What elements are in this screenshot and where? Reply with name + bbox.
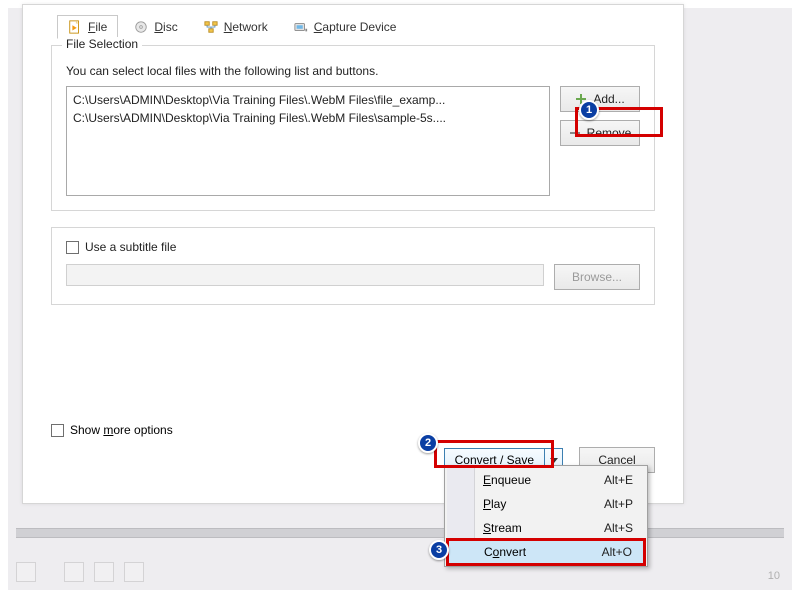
subtitle-group: Use a subtitle file Browse...: [51, 227, 655, 305]
convert-save-menu: Enqueue Alt+E Play Alt+P Stream Alt+S Co…: [444, 465, 648, 567]
browse-button-label: Browse...: [572, 270, 622, 284]
menu-item-stream[interactable]: Stream Alt+S: [447, 516, 645, 540]
tab-file-label: File: [88, 20, 107, 34]
remove-button-label: Remove: [587, 126, 632, 140]
tab-capture[interactable]: Capture Device: [284, 15, 407, 39]
chevron-down-icon: [550, 456, 558, 464]
menu-item-enqueue[interactable]: Enqueue Alt+E: [447, 468, 645, 492]
use-subtitle-label: Use a subtitle file: [85, 240, 176, 254]
tab-capture-label: Capture Device: [314, 20, 397, 34]
list-item[interactable]: C:\Users\ADMIN\Desktop\Via Training File…: [73, 91, 543, 109]
use-subtitle-checkbox[interactable]: Use a subtitle file: [66, 240, 640, 254]
minus-icon: [569, 127, 581, 139]
show-more-options-checkbox[interactable]: Show more options: [51, 423, 173, 437]
open-media-dialog: File Disc Network Capture Device File Se…: [22, 4, 684, 504]
list-item[interactable]: C:\Users\ADMIN\Desktop\Via Training File…: [73, 109, 543, 127]
file-icon: [68, 20, 82, 34]
bg-icon: [16, 562, 36, 582]
tab-disc-label: Disc: [154, 20, 177, 34]
menu-item-play[interactable]: Play Alt+P: [447, 492, 645, 516]
menu-item-shortcut: Alt+E: [604, 473, 645, 487]
bg-icon: [64, 562, 84, 582]
background-seekbar: [16, 528, 784, 538]
file-listbox[interactable]: C:\Users\ADMIN\Desktop\Via Training File…: [66, 86, 550, 196]
page-number: 10: [768, 570, 780, 582]
menu-item-shortcut: Alt+S: [604, 521, 645, 535]
disc-icon: [134, 20, 148, 34]
file-side-buttons: Add... Remove: [560, 86, 640, 196]
subtitle-path-input: [66, 264, 544, 286]
file-selection-group: File Selection You can select local file…: [51, 45, 655, 211]
checkbox-icon: [66, 241, 79, 254]
add-button[interactable]: Add...: [560, 86, 640, 112]
menu-item-label: Convert: [484, 545, 526, 559]
bg-icon: [124, 562, 144, 582]
menu-item-convert[interactable]: Convert Alt+O: [447, 540, 645, 564]
menu-item-label: Enqueue: [483, 473, 531, 487]
add-button-label: Add...: [593, 92, 624, 106]
source-tabs: File Disc Network Capture Device: [23, 5, 683, 39]
file-selection-desc: You can select local files with the foll…: [66, 64, 640, 78]
background-controls: [16, 562, 144, 582]
menu-item-shortcut: Alt+O: [602, 545, 644, 559]
menu-item-label: Stream: [483, 521, 522, 535]
bg-icon: [94, 562, 114, 582]
remove-button[interactable]: Remove: [560, 120, 640, 146]
file-selection-title: File Selection: [62, 37, 142, 51]
tab-network-label: Network: [224, 20, 268, 34]
tab-disc[interactable]: Disc: [124, 15, 187, 39]
plus-icon: [575, 93, 587, 105]
checkbox-icon: [51, 424, 64, 437]
tab-file[interactable]: File: [57, 15, 118, 39]
capture-icon: [294, 20, 308, 34]
menu-item-shortcut: Alt+P: [604, 497, 645, 511]
browse-button: Browse...: [554, 264, 640, 290]
tab-network[interactable]: Network: [194, 15, 278, 39]
show-more-options-label: Show more options: [70, 423, 173, 437]
network-icon: [204, 20, 218, 34]
menu-item-label: Play: [483, 497, 506, 511]
